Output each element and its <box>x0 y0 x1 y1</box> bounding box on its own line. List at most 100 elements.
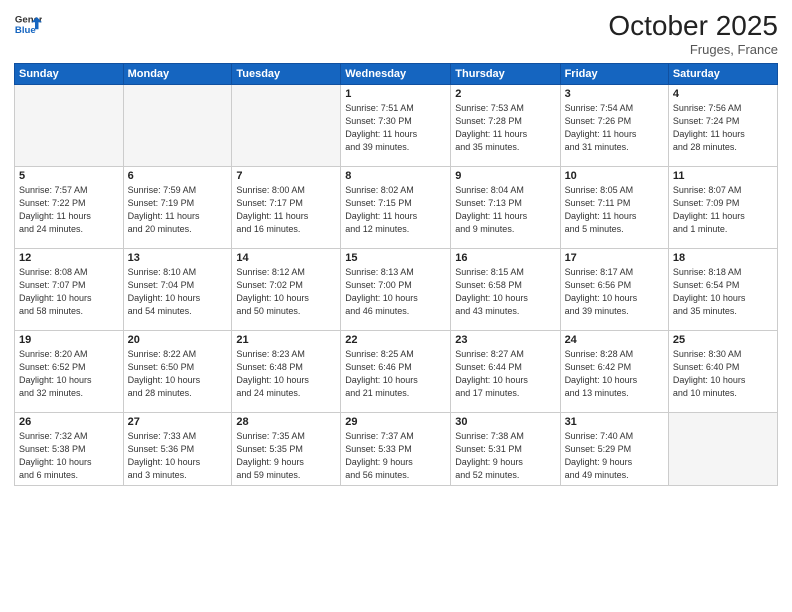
page: General Blue October 2025 Fruges, France… <box>0 0 792 612</box>
location: Fruges, France <box>608 42 778 57</box>
logo-icon: General Blue <box>14 10 42 38</box>
calendar-cell: 9 Sunrise: 8:04 AMSunset: 7:13 PMDaylight… <box>451 167 560 249</box>
day-info: Sunrise: 7:57 AMSunset: 7:22 PMDaylight:… <box>19 184 119 236</box>
day-number: 4 <box>673 88 773 100</box>
day-number: 22 <box>345 334 446 346</box>
day-number: 15 <box>345 252 446 264</box>
day-number: 16 <box>455 252 555 264</box>
calendar-cell: 17 Sunrise: 8:17 AMSunset: 6:56 PMDayligh… <box>560 249 668 331</box>
calendar-week-3: 12Sunrise: 8:08 AMSunset: 7:07 PMDayligh… <box>15 249 778 331</box>
day-number: 7 <box>236 170 336 182</box>
day-info: Sunrise: 8:27 AMSunset: 6:44 PMDaylight:… <box>455 348 555 400</box>
day-number: 25 <box>673 334 773 346</box>
month-title: October 2025 <box>608 10 778 42</box>
calendar-cell: 31 Sunrise: 7:40 AMSunset: 5:29 PMDayligh… <box>560 413 668 486</box>
calendar-cell: 10Sunrise: 8:05 AMSunset: 7:11 PMDayligh… <box>560 167 668 249</box>
col-tuesday: Tuesday <box>232 64 341 85</box>
day-number: 29 <box>345 416 446 428</box>
day-info: Sunrise: 8:13 AMSunset: 7:00 PMDaylight:… <box>345 266 446 318</box>
day-info: Sunrise: 7:33 AMSunset: 5:36 PMDaylight:… <box>128 430 228 482</box>
calendar-cell: 18Sunrise: 8:18 AMSunset: 6:54 PMDayligh… <box>668 249 777 331</box>
day-number: 14 <box>236 252 336 264</box>
day-info: Sunrise: 7:32 AMSunset: 5:38 PMDaylight:… <box>19 430 119 482</box>
day-number: 23 <box>455 334 555 346</box>
day-number: 9 <box>455 170 555 182</box>
day-number: 26 <box>19 416 119 428</box>
day-info: Sunrise: 7:37 AMSunset: 5:33 PMDaylight:… <box>345 430 446 482</box>
svg-text:Blue: Blue <box>15 25 36 36</box>
day-info: Sunrise: 8:07 AMSunset: 7:09 PMDaylight:… <box>673 184 773 236</box>
day-number: 31 <box>565 416 664 428</box>
day-info: Sunrise: 7:35 AMSunset: 5:35 PMDaylight:… <box>236 430 336 482</box>
day-info: Sunrise: 7:56 AMSunset: 7:24 PMDaylight:… <box>673 102 773 154</box>
day-number: 30 <box>455 416 555 428</box>
calendar-cell <box>15 85 124 167</box>
day-info: Sunrise: 8:20 AMSunset: 6:52 PMDaylight:… <box>19 348 119 400</box>
calendar-week-5: 26 Sunrise: 7:32 AMSunset: 5:38 PMDayligh… <box>15 413 778 486</box>
calendar-cell: 23 Sunrise: 8:27 AMSunset: 6:44 PMDayligh… <box>451 331 560 413</box>
day-info: Sunrise: 8:30 AMSunset: 6:40 PMDaylight:… <box>673 348 773 400</box>
calendar-cell <box>123 85 232 167</box>
calendar-cell: 2 Sunrise: 7:53 AMSunset: 7:28 PMDaylight… <box>451 85 560 167</box>
day-number: 17 <box>565 252 664 264</box>
day-info: Sunrise: 7:53 AMSunset: 7:28 PMDaylight:… <box>455 102 555 154</box>
day-info: Sunrise: 7:40 AMSunset: 5:29 PMDaylight:… <box>565 430 664 482</box>
day-info: Sunrise: 8:00 AMSunset: 7:17 PMDaylight:… <box>236 184 336 236</box>
logo: General Blue <box>14 10 42 38</box>
calendar-cell <box>232 85 341 167</box>
day-info: Sunrise: 8:04 AMSunset: 7:13 PMDaylight:… <box>455 184 555 236</box>
header: General Blue October 2025 Fruges, France <box>14 10 778 57</box>
day-info: Sunrise: 8:25 AMSunset: 6:46 PMDaylight:… <box>345 348 446 400</box>
day-number: 3 <box>565 88 664 100</box>
day-info: Sunrise: 7:54 AMSunset: 7:26 PMDaylight:… <box>565 102 664 154</box>
day-number: 8 <box>345 170 446 182</box>
col-thursday: Thursday <box>451 64 560 85</box>
calendar-cell: 21 Sunrise: 8:23 AMSunset: 6:48 PMDayligh… <box>232 331 341 413</box>
day-number: 1 <box>345 88 446 100</box>
calendar-week-1: 1 Sunrise: 7:51 AMSunset: 7:30 PMDaylight… <box>15 85 778 167</box>
calendar-header-row: Sunday Monday Tuesday Wednesday Thursday… <box>15 64 778 85</box>
calendar-cell: 27Sunrise: 7:33 AMSunset: 5:36 PMDayligh… <box>123 413 232 486</box>
day-number: 6 <box>128 170 228 182</box>
day-number: 20 <box>128 334 228 346</box>
day-number: 11 <box>673 170 773 182</box>
day-number: 19 <box>19 334 119 346</box>
col-saturday: Saturday <box>668 64 777 85</box>
calendar-cell: 19 Sunrise: 8:20 AMSunset: 6:52 PMDayligh… <box>15 331 124 413</box>
day-info: Sunrise: 8:08 AMSunset: 7:07 PMDaylight:… <box>19 266 119 318</box>
calendar-cell: 16Sunrise: 8:15 AMSunset: 6:58 PMDayligh… <box>451 249 560 331</box>
day-info: Sunrise: 8:28 AMSunset: 6:42 PMDaylight:… <box>565 348 664 400</box>
calendar: Sunday Monday Tuesday Wednesday Thursday… <box>14 63 778 486</box>
calendar-week-4: 19 Sunrise: 8:20 AMSunset: 6:52 PMDayligh… <box>15 331 778 413</box>
calendar-cell: 28 Sunrise: 7:35 AMSunset: 5:35 PMDayligh… <box>232 413 341 486</box>
day-info: Sunrise: 7:59 AMSunset: 7:19 PMDaylight:… <box>128 184 228 236</box>
day-number: 13 <box>128 252 228 264</box>
day-info: Sunrise: 8:18 AMSunset: 6:54 PMDaylight:… <box>673 266 773 318</box>
calendar-cell: 13 Sunrise: 8:10 AMSunset: 7:04 PMDayligh… <box>123 249 232 331</box>
calendar-cell: 25 Sunrise: 8:30 AMSunset: 6:40 PMDayligh… <box>668 331 777 413</box>
calendar-cell: 12Sunrise: 8:08 AMSunset: 7:07 PMDayligh… <box>15 249 124 331</box>
calendar-cell <box>668 413 777 486</box>
calendar-cell: 5 Sunrise: 7:57 AMSunset: 7:22 PMDaylight… <box>15 167 124 249</box>
day-info: Sunrise: 7:51 AMSunset: 7:30 PMDaylight:… <box>345 102 446 154</box>
col-wednesday: Wednesday <box>341 64 451 85</box>
calendar-cell: 6 Sunrise: 7:59 AMSunset: 7:19 PMDaylight… <box>123 167 232 249</box>
day-number: 28 <box>236 416 336 428</box>
day-number: 24 <box>565 334 664 346</box>
day-number: 5 <box>19 170 119 182</box>
calendar-cell: 30 Sunrise: 7:38 AMSunset: 5:31 PMDayligh… <box>451 413 560 486</box>
day-info: Sunrise: 7:38 AMSunset: 5:31 PMDaylight:… <box>455 430 555 482</box>
calendar-cell: 3 Sunrise: 7:54 AMSunset: 7:26 PMDaylight… <box>560 85 668 167</box>
col-sunday: Sunday <box>15 64 124 85</box>
calendar-cell: 22 Sunrise: 8:25 AMSunset: 6:46 PMDayligh… <box>341 331 451 413</box>
day-number: 2 <box>455 88 555 100</box>
day-info: Sunrise: 8:23 AMSunset: 6:48 PMDaylight:… <box>236 348 336 400</box>
day-number: 21 <box>236 334 336 346</box>
calendar-cell: 4 Sunrise: 7:56 AMSunset: 7:24 PMDaylight… <box>668 85 777 167</box>
col-monday: Monday <box>123 64 232 85</box>
calendar-cell: 26 Sunrise: 7:32 AMSunset: 5:38 PMDayligh… <box>15 413 124 486</box>
day-info: Sunrise: 8:17 AMSunset: 6:56 PMDaylight:… <box>565 266 664 318</box>
col-friday: Friday <box>560 64 668 85</box>
day-info: Sunrise: 8:10 AMSunset: 7:04 PMDaylight:… <box>128 266 228 318</box>
calendar-cell: 29 Sunrise: 7:37 AMSunset: 5:33 PMDayligh… <box>341 413 451 486</box>
